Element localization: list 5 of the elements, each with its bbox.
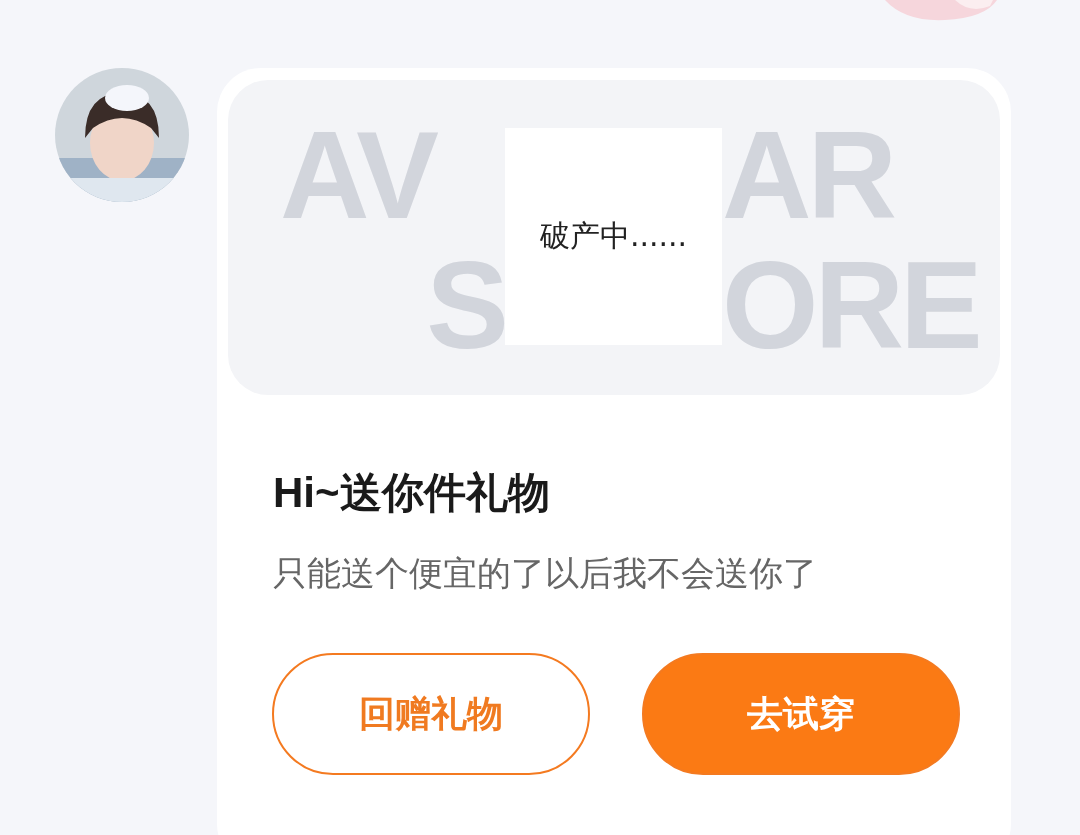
card-title: Hi~送你件礼物 — [273, 468, 551, 518]
return-gift-button[interactable]: 回赠礼物 — [272, 653, 590, 775]
try-on-button[interactable]: 去试穿 — [642, 653, 960, 775]
sticker-text: 破产中...... — [539, 217, 688, 255]
card-subtitle: 只能送个便宜的了以后我不会送你了 — [273, 553, 818, 594]
